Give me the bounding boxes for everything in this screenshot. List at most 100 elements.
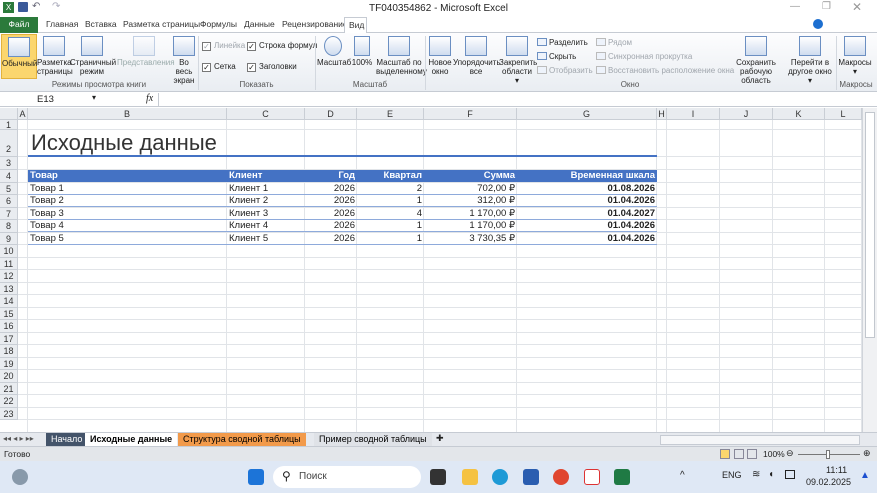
tab-data[interactable]: Данные <box>240 17 279 33</box>
zoom-selection-button[interactable]: Масштаб по выделенному <box>376 34 427 76</box>
table-header-cell[interactable]: Год <box>307 170 355 182</box>
tab-formulas[interactable]: Формулы <box>196 17 241 33</box>
table-cell[interactable]: 01.04.2027 <box>519 208 655 220</box>
row-header[interactable]: 10 <box>0 245 18 258</box>
table-cell[interactable]: 3 730,35 ₽ <box>426 233 515 245</box>
column-header[interactable]: K <box>773 108 825 120</box>
row-header[interactable]: 1 <box>0 120 18 130</box>
column-header[interactable]: F <box>424 108 517 120</box>
volume-icon[interactable]: ◖ <box>768 469 774 480</box>
row-header[interactable]: 21 <box>0 382 18 395</box>
tab-insert[interactable]: Вставка <box>81 17 121 33</box>
row-header[interactable]: 9 <box>0 232 18 245</box>
row-header[interactable]: 23 <box>0 407 18 420</box>
row-header[interactable]: 12 <box>0 270 18 283</box>
new-window-button[interactable]: Новое окно <box>427 34 453 76</box>
restore-button[interactable]: ❐ <box>822 1 831 12</box>
horizontal-scrollbar[interactable] <box>660 435 860 445</box>
table-cell[interactable]: Товар 2 <box>30 195 225 207</box>
table-cell[interactable]: 702,00 ₽ <box>426 183 515 195</box>
row-header[interactable]: 16 <box>0 320 18 333</box>
clock-date[interactable]: 09.02.2025 <box>806 477 851 487</box>
switch-windows-button[interactable]: Перейти в другое окно ▾ <box>786 34 834 85</box>
macros-button[interactable]: Макросы ▾ <box>837 34 873 76</box>
name-box-dropdown[interactable]: ▾ <box>92 93 96 102</box>
close-button[interactable]: ✕ <box>852 0 862 14</box>
normal-view-button[interactable]: Обычный <box>1 34 37 79</box>
excel-taskbar-icon[interactable] <box>614 469 630 485</box>
row-header[interactable]: 7 <box>0 207 18 220</box>
zoom-100-button[interactable]: 100% <box>350 34 374 67</box>
vertical-scrollbar[interactable] <box>862 108 877 432</box>
widgets-icon[interactable] <box>12 469 28 485</box>
row-header[interactable]: 20 <box>0 370 18 383</box>
edge-icon[interactable] <box>492 469 508 485</box>
zoom-slider-thumb[interactable] <box>826 450 830 459</box>
column-header[interactable]: L <box>825 108 862 120</box>
zoom-button[interactable]: Масштаб <box>317 34 351 67</box>
row-header[interactable]: 14 <box>0 295 18 308</box>
table-cell[interactable]: 2026 <box>307 233 355 245</box>
unhide-button[interactable]: Отобразить <box>537 66 593 75</box>
table-cell[interactable]: Клиент 3 <box>229 208 303 220</box>
table-cell[interactable]: 01.04.2026 <box>519 233 655 245</box>
headings-checkbox[interactable]: ✓ Заголовки <box>247 62 297 72</box>
table-header-cell[interactable]: Клиент <box>229 170 303 182</box>
table-cell[interactable]: 2026 <box>307 183 355 195</box>
tray-chevron-icon[interactable]: ^ <box>680 470 685 481</box>
row-header[interactable]: 13 <box>0 282 18 295</box>
tab-page-layout[interactable]: Разметка страницы <box>119 17 204 33</box>
tab-home[interactable]: Главная <box>42 17 82 33</box>
zoom-out-button[interactable]: ⊖ <box>786 448 794 459</box>
column-header[interactable]: B <box>28 108 227 120</box>
ruler-checkbox[interactable]: ✓ Линейка <box>202 41 245 51</box>
wifi-icon[interactable]: ≋ <box>752 469 760 480</box>
hide-button[interactable]: Скрыть <box>537 52 576 61</box>
input-language[interactable]: ENG <box>722 470 742 480</box>
freeze-panes-button[interactable]: Закрепить области ▾ <box>499 34 537 85</box>
sheet-nav-arrows[interactable]: ◂◂ ◂ ▸ ▸▸ <box>3 434 34 443</box>
formula-input[interactable] <box>158 93 863 106</box>
row-header[interactable]: 19 <box>0 357 18 370</box>
snipping-tool-icon[interactable] <box>584 469 600 485</box>
table-cell[interactable]: 01.04.2026 <box>519 220 655 232</box>
reset-position-button[interactable]: Восстановить расположение окна <box>596 66 734 75</box>
arrange-all-button[interactable]: Упорядочить все <box>453 34 501 76</box>
split-button[interactable]: Разделить <box>537 38 588 47</box>
task-view-icon[interactable] <box>430 469 446 485</box>
insert-function-button[interactable]: fx <box>146 93 153 104</box>
row-header[interactable]: 11 <box>0 257 18 270</box>
column-header[interactable]: H <box>657 108 667 120</box>
table-cell[interactable]: Товар 4 <box>30 220 225 232</box>
row-header[interactable]: 22 <box>0 395 18 408</box>
column-header[interactable]: G <box>517 108 657 120</box>
battery-icon[interactable] <box>785 470 795 479</box>
sheet-tab-pivot-structure[interactable]: Структура сводной таблицы <box>178 433 306 446</box>
table-cell[interactable]: Товар 3 <box>30 208 225 220</box>
table-cell[interactable]: Клиент 2 <box>229 195 303 207</box>
custom-views-button[interactable]: Представления <box>117 34 175 67</box>
save-workspace-button[interactable]: Сохранить рабочую область <box>725 34 787 85</box>
table-cell[interactable]: 1 170,00 ₽ <box>426 208 515 220</box>
row-header[interactable]: 2 <box>0 130 18 157</box>
table-header-cell[interactable]: Временная шкала <box>519 170 655 182</box>
tab-view[interactable]: Вид <box>344 17 367 34</box>
notification-bell-icon[interactable]: ▲ <box>860 470 870 481</box>
sheet-tab-pivot-example[interactable]: Пример сводной таблицы <box>314 433 432 446</box>
sheet-tab-start[interactable]: Начало <box>46 433 88 446</box>
chrome-icon[interactable] <box>553 469 569 485</box>
table-cell[interactable]: Товар 1 <box>30 183 225 195</box>
minimize-button[interactable]: — <box>790 1 800 12</box>
tab-review[interactable]: Рецензирование <box>278 17 352 33</box>
row-header[interactable]: 4 <box>0 170 18 183</box>
table-cell[interactable]: 1 <box>359 195 422 207</box>
table-cell[interactable]: 2026 <box>307 195 355 207</box>
scroll-thumb[interactable] <box>865 112 875 338</box>
table-cell[interactable]: 4 <box>359 208 422 220</box>
table-cell[interactable]: 2026 <box>307 208 355 220</box>
row-header[interactable]: 6 <box>0 195 18 208</box>
page-layout-button[interactable]: Разметка страницы <box>37 34 73 76</box>
row-header[interactable]: 15 <box>0 307 18 320</box>
store-icon[interactable] <box>523 469 539 485</box>
page-break-button[interactable]: Страничный режим <box>70 34 116 76</box>
